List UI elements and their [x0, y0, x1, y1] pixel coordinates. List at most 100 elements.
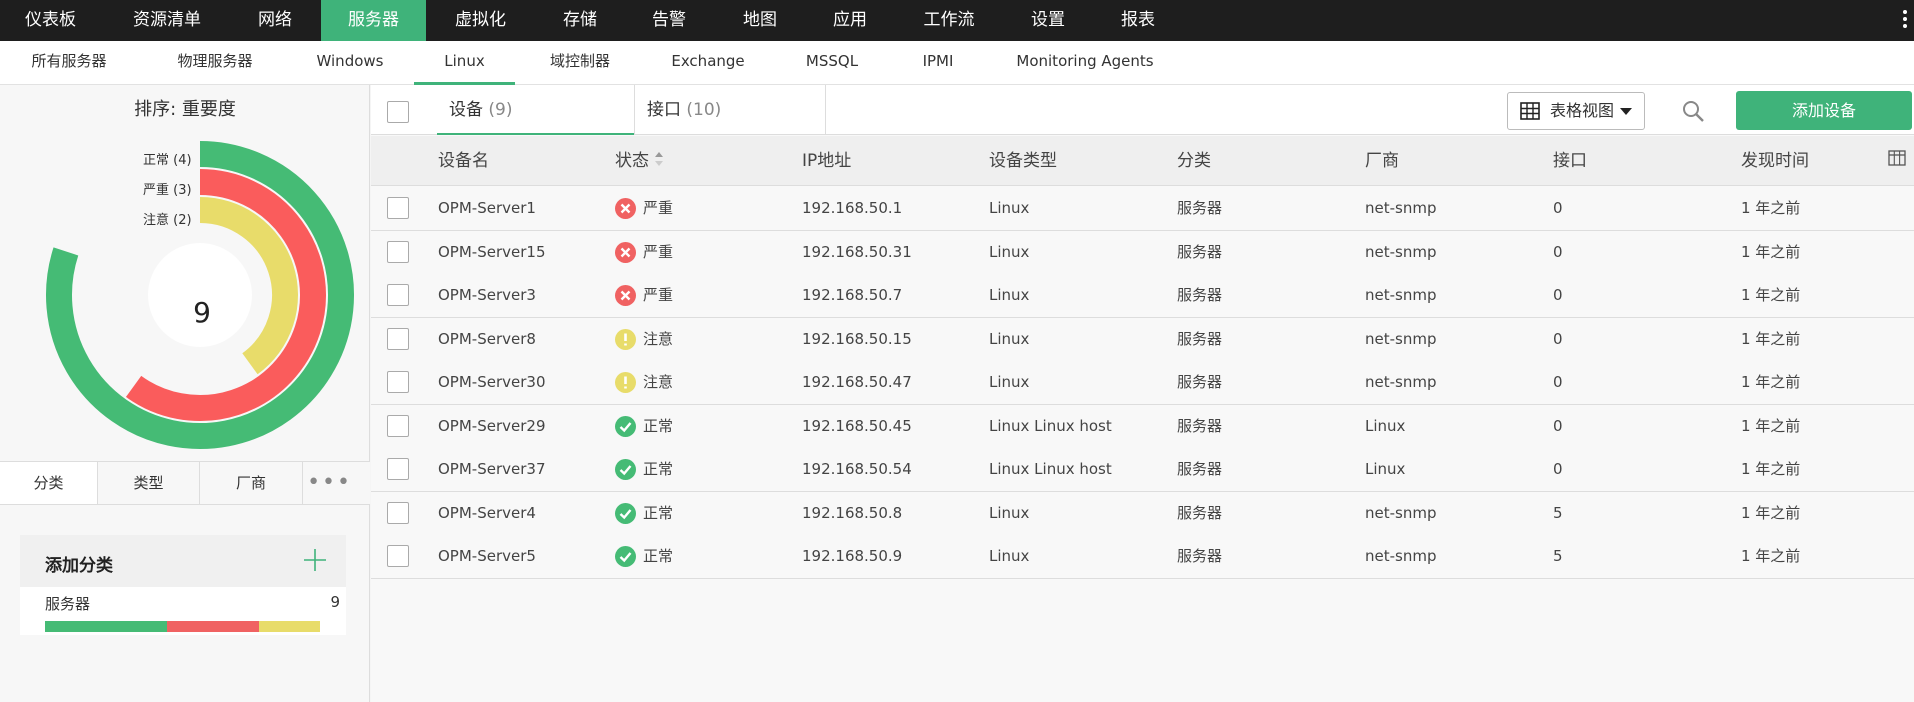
cell-status: 正常 — [643, 503, 674, 522]
more-menu-icon[interactable] — [1902, 10, 1908, 32]
nav-virtualization[interactable]: 虚拟化 — [431, 0, 530, 41]
more-dots-icon[interactable]: ••• — [307, 472, 352, 494]
subnav-monitoring-agents[interactable]: Monitoring Agents — [1010, 41, 1160, 85]
tab-devices[interactable]: 设备 (9) — [437, 85, 635, 135]
subnav-domain-controllers[interactable]: 域控制器 — [530, 41, 630, 85]
table-row[interactable]: OPM-Server5 192.168.50.9 Linux 服务器 net-snmp 5… — [371, 535, 1914, 579]
nav-maps[interactable]: 地图 — [716, 0, 804, 41]
cell-device-name[interactable]: OPM-Server4 — [438, 492, 536, 535]
critical-x-icon — [615, 285, 636, 306]
subnav-linux[interactable]: Linux — [414, 41, 515, 85]
cell-device-name[interactable]: OPM-Server3 — [438, 274, 536, 317]
legend-critical[interactable]: 严重 (3) — [143, 179, 192, 198]
cell-category: 服务器 — [1177, 199, 1223, 217]
col-category[interactable]: 分类 — [1177, 136, 1211, 186]
cell-device-name[interactable]: OPM-Server29 — [438, 405, 545, 448]
subnav-physical-servers[interactable]: 物理服务器 — [155, 41, 275, 85]
tab-vendor[interactable]: 厂商 — [200, 462, 303, 504]
category-status-bar — [45, 621, 320, 632]
row-checkbox[interactable] — [387, 414, 409, 437]
category-item-servers[interactable]: 服务器 9 — [45, 593, 340, 632]
cell-discovered: 1 年之前 — [1741, 503, 1801, 522]
nav-apps[interactable]: 应用 — [806, 0, 894, 41]
cell-category: 服务器 — [1177, 416, 1223, 435]
col-discovered[interactable]: 发现时间 — [1741, 136, 1809, 186]
col-device-name[interactable]: 设备名 — [438, 136, 489, 186]
tab-interfaces[interactable]: 接口 (10) — [634, 85, 826, 135]
cell-discovered: 1 年之前 — [1741, 242, 1801, 261]
warning-exclamation-icon — [615, 372, 636, 393]
cell-status: 严重 — [643, 242, 674, 261]
cell-status: 注意 — [643, 329, 674, 348]
cell-discovered: 1 年之前 — [1741, 199, 1801, 217]
nav-servers[interactable]: 服务器 — [321, 0, 426, 41]
sort-label[interactable]: 排序: 重要度 — [0, 95, 370, 121]
subnav-mssql[interactable]: MSSQL — [782, 41, 882, 85]
ok-check-icon — [615, 415, 636, 437]
subnav-all-servers[interactable]: 所有服务器 — [10, 41, 128, 85]
bar-attention — [258, 621, 320, 632]
table-row[interactable]: OPM-Server15 192.168.50.31 Linux 服务器 net-snm… — [371, 230, 1914, 275]
cell-interfaces: 0 — [1553, 329, 1563, 348]
table-row[interactable]: OPM-Server3 192.168.50.7 Linux 服务器 net-snmp 0… — [371, 274, 1914, 318]
row-checkbox[interactable] — [387, 501, 409, 524]
row-checkbox[interactable] — [387, 545, 409, 567]
column-chooser-icon[interactable] — [1888, 150, 1906, 166]
cell-device-type: Linux — [989, 329, 1030, 348]
cell-device-name[interactable]: OPM-Server8 — [438, 318, 536, 361]
table-row[interactable]: OPM-Server8 192.168.50.15 Linux 服务器 net-snmp… — [371, 317, 1914, 362]
add-device-button[interactable]: 添加设备 — [1736, 91, 1912, 130]
row-checkbox[interactable] — [387, 284, 409, 306]
row-checkbox[interactable] — [387, 371, 409, 393]
col-ip[interactable]: IP地址 — [802, 136, 851, 186]
search-icon[interactable] — [1681, 99, 1705, 123]
subnav-windows[interactable]: Windows — [300, 41, 400, 85]
cell-vendor: net-snmp — [1365, 199, 1437, 217]
col-vendor[interactable]: 厂商 — [1365, 136, 1399, 186]
nav-storage[interactable]: 存储 — [537, 0, 623, 41]
cell-status: 注意 — [643, 373, 674, 391]
row-checkbox[interactable] — [387, 458, 409, 480]
col-status[interactable]: 状态 — [615, 136, 664, 186]
cell-device-name[interactable]: OPM-Server37 — [438, 448, 545, 491]
cell-ip: 192.168.50.7 — [802, 286, 903, 304]
table-row[interactable]: OPM-Server30 192.168.50.47 Linux 服务器 net-snm… — [371, 361, 1914, 405]
col-device-type[interactable]: 设备类型 — [989, 136, 1057, 186]
nav-settings[interactable]: 设置 — [1003, 0, 1093, 41]
table-row[interactable]: OPM-Server1 192.168.50.1 Linux 服务器 net-snmp 0… — [371, 187, 1914, 231]
plus-icon[interactable] — [302, 547, 328, 573]
cell-device-type: Linux — [989, 286, 1030, 304]
subnav-exchange[interactable]: Exchange — [658, 41, 758, 85]
legend-normal[interactable]: 正常 (4) — [143, 149, 192, 168]
nav-workflow[interactable]: 工作流 — [898, 0, 1000, 41]
table-row[interactable]: OPM-Server29 192.168.50.45 Linux Linux hos… — [371, 404, 1914, 449]
cell-device-name[interactable]: OPM-Server15 — [438, 231, 545, 274]
cell-interfaces: 0 — [1553, 416, 1563, 435]
table-row[interactable]: OPM-Server37 192.168.50.54 Linux Linux hos… — [371, 448, 1914, 492]
row-checkbox[interactable] — [387, 197, 409, 219]
cell-device-name[interactable]: OPM-Server30 — [438, 361, 545, 404]
cell-vendor: net-snmp — [1365, 373, 1437, 391]
nav-reports[interactable]: 报表 — [1093, 0, 1183, 41]
subnav-ipmi[interactable]: IPMI — [888, 41, 988, 85]
cell-ip: 192.168.50.9 — [802, 547, 903, 565]
nav-inventory[interactable]: 资源清单 — [101, 0, 233, 41]
table-view-dropdown[interactable]: 表格视图 — [1507, 92, 1645, 130]
nav-dashboard[interactable]: 仪表板 — [0, 0, 101, 41]
row-checkbox[interactable] — [387, 327, 409, 350]
tab-category[interactable]: 分类 — [0, 462, 98, 504]
tab-type[interactable]: 类型 — [98, 462, 200, 504]
table-view-label: 表格视图 — [1550, 101, 1615, 120]
select-all-checkbox[interactable] — [387, 101, 409, 123]
cell-device-name[interactable]: OPM-Server5 — [438, 535, 536, 578]
cell-device-name[interactable]: OPM-Server1 — [438, 187, 536, 230]
row-checkbox[interactable] — [387, 240, 409, 263]
cell-vendor: Linux — [1365, 416, 1406, 435]
nav-network[interactable]: 网络 — [233, 0, 317, 41]
legend-attention[interactable]: 注意 (2) — [143, 209, 192, 228]
col-interfaces[interactable]: 接口 — [1553, 136, 1587, 186]
cell-vendor: net-snmp — [1365, 329, 1437, 348]
nav-alarms[interactable]: 告警 — [626, 0, 712, 41]
table-row[interactable]: OPM-Server4 192.168.50.8 Linux 服务器 net-snmp 5… — [371, 491, 1914, 536]
cell-category: 服务器 — [1177, 242, 1223, 261]
